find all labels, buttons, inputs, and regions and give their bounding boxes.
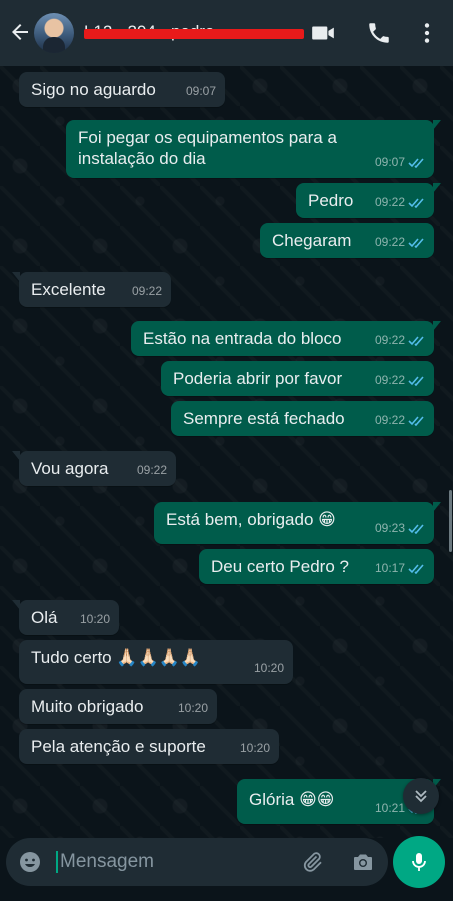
message-time: 09:07 [185, 84, 216, 98]
more-options-icon[interactable] [414, 20, 440, 46]
read-ticks-icon [408, 238, 424, 248]
message-time: 09:22 [374, 235, 405, 249]
message-outgoing[interactable]: Poderia abrir por favor 09:22 [161, 361, 434, 396]
message-time: 09:22 [374, 195, 405, 209]
redaction-bar [84, 29, 304, 39]
message-incoming[interactable]: Pela atenção e suporte 10:20 [19, 729, 279, 764]
read-ticks-icon [408, 416, 424, 426]
microphone-icon [412, 853, 426, 871]
message-composer[interactable]: Mensagem [6, 838, 388, 886]
text-caret [56, 851, 58, 873]
scrollbar-thumb[interactable] [449, 490, 452, 552]
message-text: Glória 😁😁 [249, 790, 335, 809]
message-time: 10:21 [374, 801, 405, 815]
message-outgoing[interactable]: Estão na entrada do bloco 09:22 [131, 321, 441, 356]
video-call-icon[interactable] [310, 20, 336, 46]
message-incoming[interactable]: Vou agora 09:22 [12, 451, 176, 486]
voice-call-icon[interactable] [366, 20, 392, 46]
message-incoming[interactable]: Sigo no aguardo 09:07 [19, 72, 225, 107]
scroll-to-bottom-button[interactable] [403, 778, 439, 814]
read-ticks-icon [408, 524, 424, 534]
read-ticks-icon [408, 564, 424, 574]
message-outgoing[interactable]: Foi pegar os equipamentos para a instala… [66, 120, 441, 178]
message-time: 09:23 [374, 521, 405, 535]
message-time: 10:20 [239, 741, 270, 755]
message-outgoing[interactable]: Está bem, obrigado 😁 09:23 [154, 502, 441, 544]
message-text: Vou agora [31, 459, 109, 478]
message-time: 09:22 [374, 373, 405, 387]
message-incoming[interactable]: Muito obrigado 10:20 [19, 689, 217, 724]
message-text: Está bem, obrigado 😁 [166, 510, 336, 529]
back-arrow-icon[interactable] [8, 20, 32, 44]
message-incoming[interactable]: Tudo certo 🙏🏻🙏🏻🙏🏻🙏🏻 10:20 [19, 640, 293, 684]
emoji-icon[interactable] [18, 850, 42, 874]
message-outgoing[interactable]: Deu certo Pedro ? 10:17 [199, 549, 434, 584]
message-outgoing[interactable]: Chegaram 09:22 [260, 223, 434, 258]
message-time: 09:22 [131, 284, 162, 298]
message-text: Deu certo Pedro ? [211, 557, 349, 576]
message-time: 10:20 [177, 701, 208, 715]
message-time: 10:20 [253, 661, 284, 675]
message-text: Chegaram [272, 231, 352, 250]
message-input[interactable]: Mensagem [60, 851, 154, 873]
message-time: 10:20 [79, 612, 110, 626]
message-text: Excelente [31, 280, 106, 299]
contact-avatar[interactable] [34, 13, 74, 53]
voice-message-button[interactable] [393, 836, 445, 888]
message-text: Poderia abrir por favor [173, 369, 343, 388]
message-outgoing[interactable]: Pedro 09:22 [296, 183, 441, 218]
read-ticks-icon [408, 158, 424, 168]
paperclip-icon[interactable] [300, 850, 324, 874]
message-time: 09:22 [136, 463, 167, 477]
message-incoming[interactable]: Olá 10:20 [12, 600, 119, 635]
camera-icon[interactable] [351, 850, 375, 874]
chevrons-down-icon [415, 790, 427, 803]
message-text: Tudo certo 🙏🏻🙏🏻🙏🏻🙏🏻 [31, 648, 202, 667]
message-text: Pedro [308, 191, 354, 210]
message-text: Muito obrigado [31, 697, 144, 716]
message-text: Sempre está fechado [183, 409, 345, 428]
message-text: Estão na entrada do bloco [143, 329, 342, 348]
chat-header: L12 - 204 - pedro [0, 0, 453, 66]
message-text: Foi pegar os equipamentos para a instala… [78, 128, 337, 168]
message-time: 09:22 [374, 333, 405, 347]
message-time: 09:07 [374, 155, 405, 169]
message-outgoing[interactable]: Sempre está fechado 09:22 [171, 401, 434, 436]
message-text: Olá [31, 608, 58, 627]
message-incoming[interactable]: Excelente 09:22 [12, 272, 171, 307]
message-time: 09:22 [374, 413, 405, 427]
message-text: Pela atenção e suporte [31, 737, 206, 756]
read-ticks-icon [408, 376, 424, 386]
message-text: Sigo no aguardo [31, 80, 156, 99]
read-ticks-icon [408, 198, 424, 208]
message-time: 10:17 [374, 561, 405, 575]
read-ticks-icon [408, 336, 424, 346]
